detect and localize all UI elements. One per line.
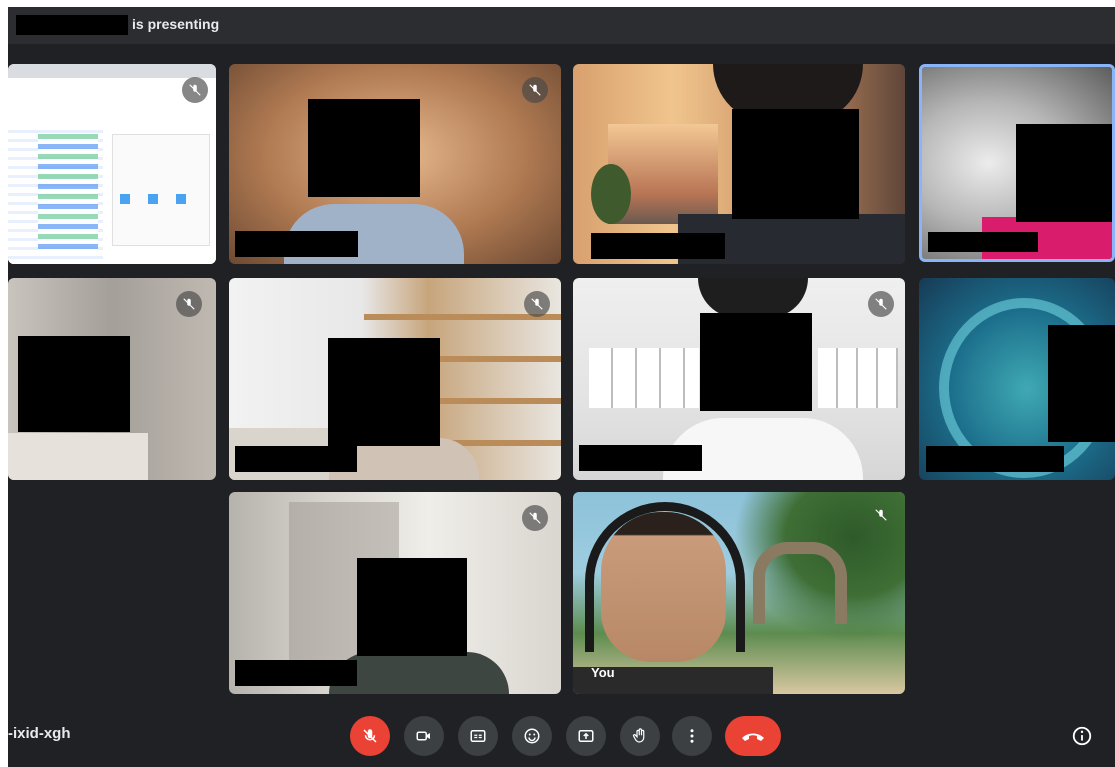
redacted-name: [235, 660, 357, 686]
wall-frames: [589, 348, 699, 408]
redacted-name: [926, 446, 1064, 472]
meeting-code: -ixid-xgh: [8, 725, 71, 742]
redacted-face: [1016, 124, 1112, 222]
emoji-icon: [524, 728, 540, 744]
self-face: [601, 512, 726, 662]
participant-hair: [698, 278, 808, 318]
emoji-button[interactable]: [512, 716, 552, 756]
shared-screen-rows: [38, 134, 98, 254]
mic-off-icon: [529, 84, 541, 96]
more-options-button[interactable]: [672, 716, 712, 756]
redacted-name: [235, 231, 358, 257]
redacted-face: [18, 336, 130, 432]
mic-off-button[interactable]: [350, 716, 390, 756]
participant-tile[interactable]: [573, 278, 905, 480]
screen-share-tile[interactable]: [8, 64, 216, 264]
camera-button[interactable]: [404, 716, 444, 756]
present-button[interactable]: [566, 716, 606, 756]
participant-tile-active[interactable]: [919, 64, 1115, 262]
wall-frames-right: [818, 348, 898, 408]
plant: [591, 164, 631, 224]
presenter-name-redacted: [16, 15, 128, 35]
redacted-face: [732, 109, 859, 219]
participant-tile[interactable]: [229, 64, 561, 264]
info-icon: [1072, 726, 1092, 746]
shared-screen-panel: [112, 134, 210, 246]
presenting-label: is presenting: [132, 16, 220, 32]
more-vert-icon: [690, 729, 694, 743]
camera-icon: [416, 731, 430, 741]
participant-tile[interactable]: [573, 64, 905, 264]
self-view-tile[interactable]: You: [573, 492, 905, 694]
mute-indicator: [868, 291, 894, 317]
participant-tile[interactable]: [8, 278, 216, 480]
mic-off-icon: [875, 298, 887, 310]
mute-indicator: [176, 291, 202, 317]
mic-off-icon: [363, 729, 377, 743]
mic-off-icon: [875, 509, 887, 521]
raise-hand-button[interactable]: [620, 716, 660, 756]
participant-tile[interactable]: [229, 278, 561, 480]
redacted-face: [700, 313, 812, 411]
redacted-name: [235, 446, 357, 472]
redacted-face: [1048, 325, 1115, 442]
phone-hangup-icon: [742, 733, 764, 741]
mute-indicator: [522, 505, 548, 531]
participant-shirt: [8, 433, 148, 480]
redacted-name: [928, 232, 1038, 252]
shared-screen-buttons: [120, 194, 204, 204]
self-label: You: [591, 665, 615, 680]
captions-button[interactable]: [458, 716, 498, 756]
present-screen-icon: [578, 730, 594, 742]
redacted-face: [308, 99, 420, 197]
captions-icon: [470, 730, 486, 742]
meeting-window: is presenting You -ixid-xgh: [8, 7, 1115, 767]
mute-indicator: [182, 77, 208, 103]
redacted-name: [579, 445, 702, 471]
mute-indicator: [524, 291, 550, 317]
mic-off-icon: [529, 512, 541, 524]
hand-icon: [632, 728, 645, 743]
redacted-name: [591, 233, 725, 259]
mic-off-icon: [531, 298, 543, 310]
info-button[interactable]: [1068, 722, 1096, 750]
participant-tile[interactable]: [229, 492, 561, 694]
mic-off-icon: [189, 84, 201, 96]
redacted-face: [328, 338, 440, 446]
presenting-bar: is presenting: [8, 7, 1115, 44]
mute-indicator: [868, 502, 894, 528]
end-call-button[interactable]: [725, 716, 781, 756]
mic-off-icon: [183, 298, 195, 310]
redacted-face: [357, 558, 467, 656]
participant-tile[interactable]: [919, 278, 1115, 480]
rock-arch: [753, 542, 847, 624]
mute-indicator: [522, 77, 548, 103]
